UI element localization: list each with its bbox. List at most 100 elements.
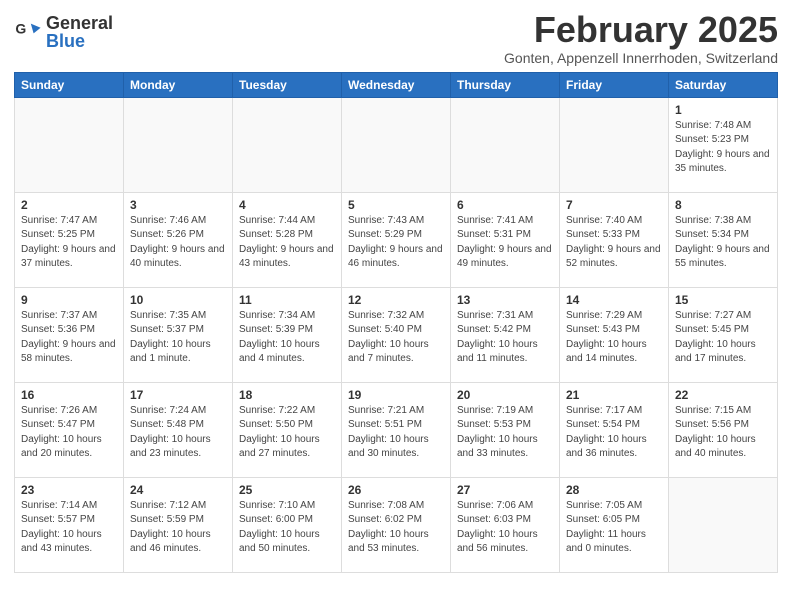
calendar-cell: 9Sunrise: 7:37 AM Sunset: 5:36 PM Daylig… [15,287,124,382]
day-info: Sunrise: 7:05 AM Sunset: 6:05 PM Dayligh… [566,499,662,557]
weekday-header-thursday: Thursday [451,72,560,97]
day-number: 23 [21,483,117,497]
calendar-cell: 26Sunrise: 7:08 AM Sunset: 6:02 PM Dayli… [342,477,451,572]
calendar-cell: 2 Sunrise: 7:47 AM Sunset: 5:25 PM Daylig… [15,192,124,287]
day-info: Sunrise: 7:22 AM Sunset: 5:50 PM Dayligh… [239,404,335,462]
weekday-header-saturday: Saturday [669,72,778,97]
day-info: Sunrise: 7:29 AM Sunset: 5:43 PM Dayligh… [566,309,662,367]
day-info: Sunrise: 7:47 AM Sunset: 5:25 PM Dayligh… [21,214,117,272]
day-info: Sunrise: 7:12 AM Sunset: 5:59 PM Dayligh… [130,499,226,557]
calendar-cell: 12 Sunrise: 7:32 AM Sunset: 5:40 PM Dayli… [342,287,451,382]
day-info: Sunrise: 7:26 AM Sunset: 5:47 PM Dayligh… [21,404,117,462]
day-number: 7 [566,198,662,212]
day-number: 18 [239,388,335,402]
day-number: 4 [239,198,335,212]
day-info: Sunrise: 7:44 AM Sunset: 5:28 PM Dayligh… [239,214,335,272]
weekday-header-sunday: Sunday [15,72,124,97]
day-number: 11 [239,293,335,307]
day-info: Sunrise: 7:31 AM Sunset: 5:42 PM Dayligh… [457,309,553,367]
logo-text: General Blue [46,14,113,50]
calendar-cell [560,97,669,192]
calendar-cell: 15Sunrise: 7:27 AM Sunset: 5:45 PM Dayli… [669,287,778,382]
calendar-week-1: 1 Sunrise: 7:48 AM Sunset: 5:23 PM Daylig… [15,97,778,192]
day-number: 6 [457,198,553,212]
calendar-cell: 6Sunrise: 7:41 AM Sunset: 5:31 PM Daylig… [451,192,560,287]
day-info: Sunrise: 7:48 AM Sunset: 5:23 PM Dayligh… [675,119,771,177]
day-number: 25 [239,483,335,497]
day-number: 13 [457,293,553,307]
logo-icon: G [14,18,42,46]
calendar-header: SundayMondayTuesdayWednesdayThursdayFrid… [15,72,778,97]
day-info: Sunrise: 7:08 AM Sunset: 6:02 PM Dayligh… [348,499,444,557]
day-info: Sunrise: 7:15 AM Sunset: 5:56 PM Dayligh… [675,404,771,462]
calendar-cell: 16 Sunrise: 7:26 AM Sunset: 5:47 PM Dayli… [15,382,124,477]
calendar-cell: 19Sunrise: 7:21 AM Sunset: 5:51 PM Dayli… [342,382,451,477]
calendar-cell: 23 Sunrise: 7:14 AM Sunset: 5:57 PM Dayli… [15,477,124,572]
location-title: Gonten, Appenzell Innerrhoden, Switzerla… [504,50,778,66]
weekday-header-tuesday: Tuesday [233,72,342,97]
day-info: Sunrise: 7:17 AM Sunset: 5:54 PM Dayligh… [566,404,662,462]
day-number: 16 [21,388,117,402]
day-info: Sunrise: 7:37 AM Sunset: 5:36 PM Dayligh… [21,309,117,367]
day-info: Sunrise: 7:19 AM Sunset: 5:53 PM Dayligh… [457,404,553,462]
month-title: February 2025 [504,10,778,50]
day-info: Sunrise: 7:06 AM Sunset: 6:03 PM Dayligh… [457,499,553,557]
day-number: 14 [566,293,662,307]
calendar-week-3: 9Sunrise: 7:37 AM Sunset: 5:36 PM Daylig… [15,287,778,382]
day-number: 20 [457,388,553,402]
calendar-week-4: 16 Sunrise: 7:26 AM Sunset: 5:47 PM Dayli… [15,382,778,477]
calendar-cell: 28 Sunrise: 7:05 AM Sunset: 6:05 PM Dayli… [560,477,669,572]
weekday-header-wednesday: Wednesday [342,72,451,97]
day-number: 12 [348,293,444,307]
header: G General Blue February 2025 Gonten, App… [14,10,778,66]
logo-general-text: General [46,14,113,32]
calendar-cell [124,97,233,192]
calendar-cell: 25 Sunrise: 7:10 AM Sunset: 6:00 PM Dayli… [233,477,342,572]
calendar-cell [15,97,124,192]
calendar-cell: 1 Sunrise: 7:48 AM Sunset: 5:23 PM Daylig… [669,97,778,192]
day-number: 10 [130,293,226,307]
calendar-body: 1 Sunrise: 7:48 AM Sunset: 5:23 PM Daylig… [15,97,778,572]
logo-blue-text: Blue [46,32,113,50]
calendar-week-5: 23 Sunrise: 7:14 AM Sunset: 5:57 PM Dayli… [15,477,778,572]
calendar-cell: 21Sunrise: 7:17 AM Sunset: 5:54 PM Dayli… [560,382,669,477]
calendar-cell: 14 Sunrise: 7:29 AM Sunset: 5:43 PM Dayli… [560,287,669,382]
svg-text:G: G [15,20,26,36]
calendar-cell: 13 Sunrise: 7:31 AM Sunset: 5:42 PM Dayli… [451,287,560,382]
day-number: 22 [675,388,771,402]
calendar-table: SundayMondayTuesdayWednesdayThursdayFrid… [14,72,778,573]
day-number: 17 [130,388,226,402]
day-info: Sunrise: 7:32 AM Sunset: 5:40 PM Dayligh… [348,309,444,367]
calendar-cell: 22 Sunrise: 7:15 AM Sunset: 5:56 PM Dayli… [669,382,778,477]
day-info: Sunrise: 7:10 AM Sunset: 6:00 PM Dayligh… [239,499,335,557]
calendar-cell [233,97,342,192]
day-number: 27 [457,483,553,497]
calendar-cell: 10 Sunrise: 7:35 AM Sunset: 5:37 PM Dayli… [124,287,233,382]
weekday-row: SundayMondayTuesdayWednesdayThursdayFrid… [15,72,778,97]
day-info: Sunrise: 7:14 AM Sunset: 5:57 PM Dayligh… [21,499,117,557]
day-info: Sunrise: 7:21 AM Sunset: 5:51 PM Dayligh… [348,404,444,462]
day-info: Sunrise: 7:40 AM Sunset: 5:33 PM Dayligh… [566,214,662,272]
day-number: 1 [675,103,771,117]
day-number: 2 [21,198,117,212]
title-section: February 2025 Gonten, Appenzell Innerrho… [504,10,778,66]
day-info: Sunrise: 7:34 AM Sunset: 5:39 PM Dayligh… [239,309,335,367]
calendar-cell: 27 Sunrise: 7:06 AM Sunset: 6:03 PM Dayli… [451,477,560,572]
day-info: Sunrise: 7:27 AM Sunset: 5:45 PM Dayligh… [675,309,771,367]
day-number: 24 [130,483,226,497]
calendar-cell: 7 Sunrise: 7:40 AM Sunset: 5:33 PM Daylig… [560,192,669,287]
day-number: 28 [566,483,662,497]
calendar-cell: 17 Sunrise: 7:24 AM Sunset: 5:48 PM Dayli… [124,382,233,477]
day-number: 5 [348,198,444,212]
calendar-cell: 24 Sunrise: 7:12 AM Sunset: 5:59 PM Dayli… [124,477,233,572]
calendar-cell [669,477,778,572]
calendar-cell: 3Sunrise: 7:46 AM Sunset: 5:26 PM Daylig… [124,192,233,287]
day-info: Sunrise: 7:24 AM Sunset: 5:48 PM Dayligh… [130,404,226,462]
day-info: Sunrise: 7:35 AM Sunset: 5:37 PM Dayligh… [130,309,226,367]
logo: G General Blue [14,14,113,50]
day-number: 3 [130,198,226,212]
weekday-header-monday: Monday [124,72,233,97]
calendar-cell: 11 Sunrise: 7:34 AM Sunset: 5:39 PM Dayli… [233,287,342,382]
calendar-cell: 18 Sunrise: 7:22 AM Sunset: 5:50 PM Dayli… [233,382,342,477]
calendar-week-2: 2 Sunrise: 7:47 AM Sunset: 5:25 PM Daylig… [15,192,778,287]
